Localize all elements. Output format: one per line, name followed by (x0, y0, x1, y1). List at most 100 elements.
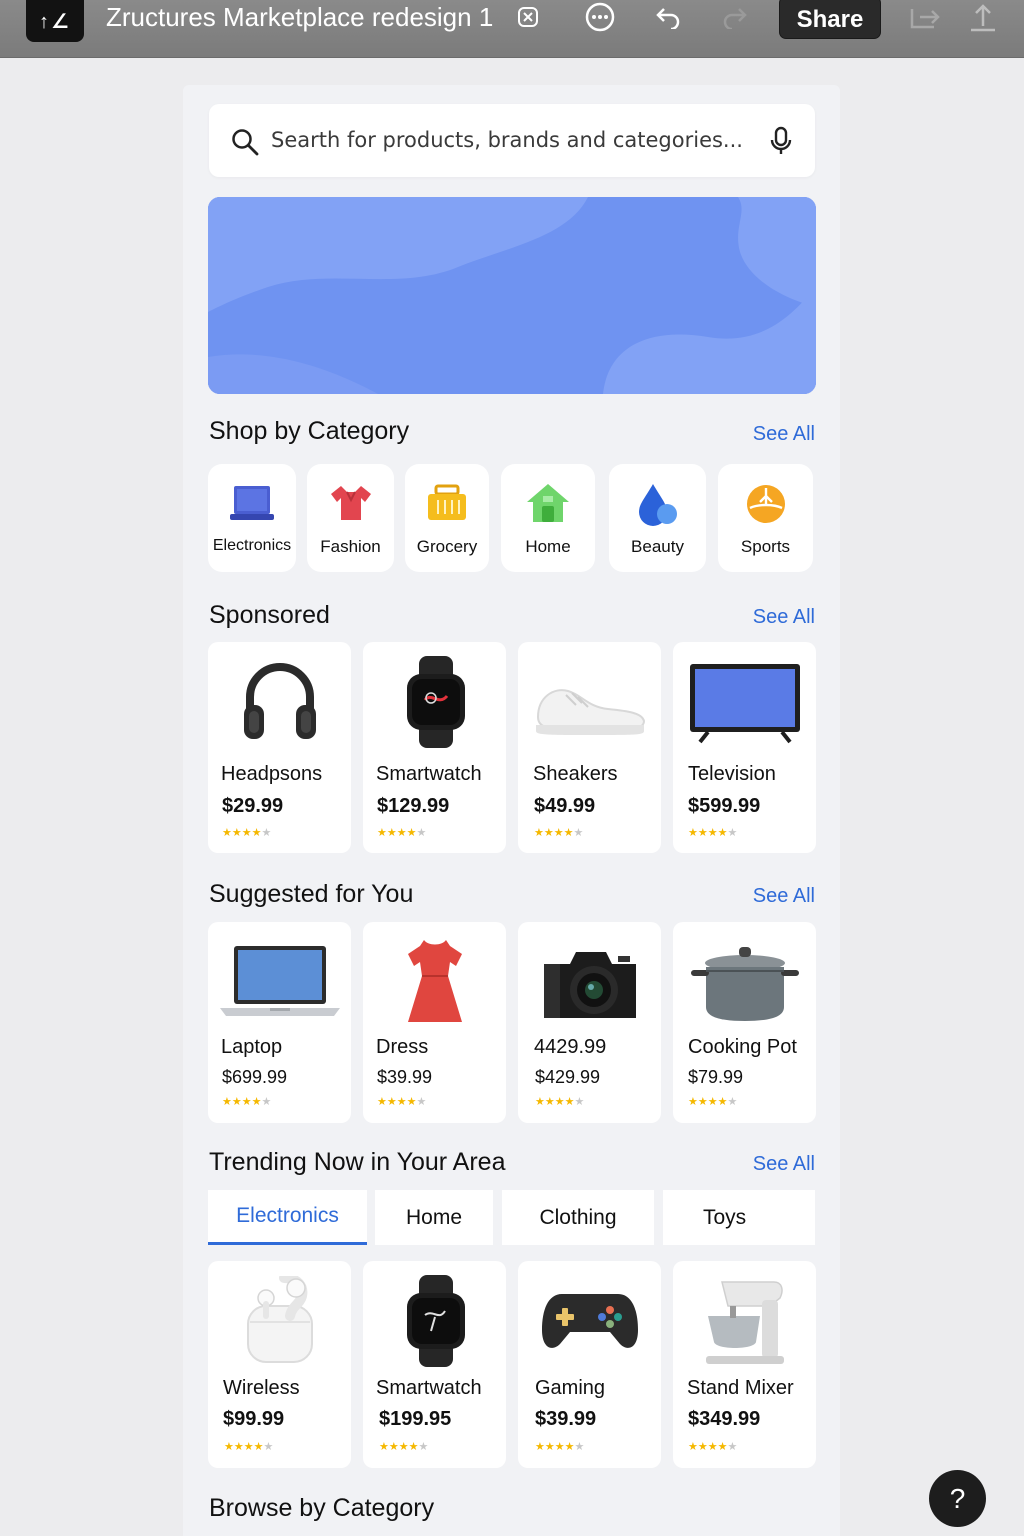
category-beauty[interactable]: Beauty (609, 464, 706, 572)
category-fashion[interactable]: Fashion (307, 464, 394, 572)
microphone-icon[interactable] (767, 126, 795, 161)
sneaker-image (518, 656, 661, 748)
promo-banner[interactable] (208, 197, 816, 394)
rating-stars: ★★★★★ (688, 1096, 738, 1108)
product-price: $39.99 (535, 1408, 597, 1430)
product-price: $99.99 (223, 1408, 285, 1430)
rating-stars: ★★★★★ (377, 1096, 427, 1108)
product-card[interactable]: 4429.99 $429.99 ★★★★★ (518, 922, 661, 1123)
export-icon[interactable] (905, 0, 945, 34)
category-home[interactable]: Home (501, 464, 595, 572)
sponsored-section-title: Sponsored (209, 601, 330, 629)
product-price: $29.99 (222, 795, 284, 817)
product-card[interactable]: Dress $39.99 ★★★★★ (363, 922, 506, 1123)
browse-section-title: Browse by Category (209, 1494, 435, 1522)
product-name: Cooking Pot (688, 1036, 797, 1058)
stand-mixer-image (673, 1275, 816, 1367)
ball-icon (744, 482, 788, 531)
app-toolbar: ↑∠ Zructures Marketplace redesign 1 Shar… (0, 0, 1024, 58)
product-card[interactable]: Smartwatch $129.99 ★★★★★ (363, 642, 506, 853)
help-button[interactable]: ? (929, 1470, 986, 1527)
search-input[interactable] (271, 122, 751, 158)
product-price: $129.99 (377, 795, 450, 817)
product-name: Television (688, 763, 776, 785)
category-electronics[interactable]: Electronics (208, 464, 296, 572)
earbuds-image (208, 1275, 351, 1367)
rating-stars: ★★★★★ (222, 827, 272, 839)
rating-stars: ★★★★★ (535, 1441, 585, 1453)
product-name: Stand Mixer (687, 1377, 794, 1399)
category-label: Grocery (416, 537, 478, 556)
category-sports[interactable]: Sports (718, 464, 813, 572)
redo-icon[interactable] (715, 0, 755, 34)
suggested-see-all-link[interactable]: See All (753, 885, 815, 908)
house-icon (525, 482, 571, 529)
product-price: $199.95 (379, 1408, 452, 1430)
rating-stars: ★★★★★ (377, 827, 427, 839)
product-price: $699.99 (222, 1067, 288, 1087)
camera-image (518, 936, 661, 1028)
category-label: Home (525, 537, 571, 556)
product-name: Wireless (223, 1377, 300, 1399)
file-title[interactable]: Zructures Marketplace redesign 1 (106, 2, 493, 32)
smartwatch-image (363, 656, 506, 748)
category-grocery[interactable]: Grocery (405, 464, 489, 572)
upload-icon[interactable] (963, 0, 1003, 34)
product-price: $49.99 (534, 795, 596, 817)
rename-icon[interactable] (508, 0, 548, 34)
rating-stars: ★★★★★ (534, 827, 584, 839)
product-name: 4429.99 (534, 1036, 607, 1058)
app-logo-menu[interactable]: ↑∠ (26, 0, 84, 42)
tab-home[interactable]: Home (375, 1190, 493, 1245)
product-name: Smartwatch (376, 763, 482, 785)
product-name: Dress (376, 1036, 429, 1058)
category-label: Beauty (631, 537, 684, 556)
laptop-image (208, 936, 351, 1028)
product-card[interactable]: Headpsons $29.99 ★★★★★ (208, 642, 351, 853)
shirt-icon (327, 482, 375, 529)
trending-see-all-link[interactable]: See All (753, 1153, 815, 1176)
headphones-image (208, 656, 351, 748)
gamepad-image (518, 1275, 661, 1367)
rating-stars: ★★★★★ (222, 1096, 272, 1108)
product-card[interactable]: Laptop $699.99 ★★★★★ (208, 922, 351, 1123)
category-label: Sports (740, 537, 791, 556)
laptop-icon (228, 482, 276, 529)
product-name: Laptop (221, 1036, 283, 1058)
product-card[interactable]: Cooking Pot $79.99 ★★★★★ (673, 922, 816, 1123)
suggested-section-title: Suggested for You (209, 880, 414, 908)
product-card[interactable]: Smartwatch $199.95 ★★★★★ (363, 1261, 506, 1468)
rating-stars: ★★★★★ (535, 1096, 585, 1108)
product-price: $599.99 (688, 795, 761, 817)
category-section-title: Shop by Category (209, 417, 410, 445)
basket-icon (424, 482, 470, 529)
trending-section-title: Trending Now in Your Area (209, 1148, 506, 1176)
category-label: Electronics (212, 537, 292, 554)
dress-image (363, 936, 506, 1028)
television-image (673, 656, 816, 748)
product-price: $79.99 (688, 1067, 744, 1087)
product-name: Sheakers (533, 763, 618, 785)
search-icon (231, 128, 259, 161)
rating-stars: ★★★★★ (224, 1441, 274, 1453)
tab-clothing[interactable]: Clothing (502, 1190, 654, 1245)
product-name: Gaming (535, 1377, 606, 1399)
product-card[interactable]: Wireless $99.99 ★★★★★ (208, 1261, 351, 1468)
product-card[interactable]: Gaming $39.99 ★★★★★ (518, 1261, 661, 1468)
product-card[interactable]: Stand Mixer $349.99 ★★★★★ (673, 1261, 816, 1468)
category-see-all-link[interactable]: See All (753, 423, 815, 446)
product-price: $39.99 (377, 1067, 433, 1087)
category-label: Fashion (320, 537, 381, 556)
undo-icon[interactable] (648, 0, 688, 34)
search-bar[interactable] (209, 104, 815, 177)
product-card[interactable]: Television $599.99 ★★★★★ (673, 642, 816, 853)
product-price: $429.99 (535, 1067, 601, 1087)
tab-toys[interactable]: Toys (663, 1190, 815, 1245)
more-options-icon[interactable] (580, 0, 620, 34)
product-card[interactable]: Sheakers $49.99 ★★★★★ (518, 642, 661, 853)
product-name: Smartwatch (376, 1377, 482, 1399)
tab-electronics[interactable]: Electronics (208, 1190, 367, 1245)
share-button[interactable]: Share (779, 0, 881, 39)
sponsored-see-all-link[interactable]: See All (753, 606, 815, 629)
product-name: Headpsons (221, 763, 323, 785)
